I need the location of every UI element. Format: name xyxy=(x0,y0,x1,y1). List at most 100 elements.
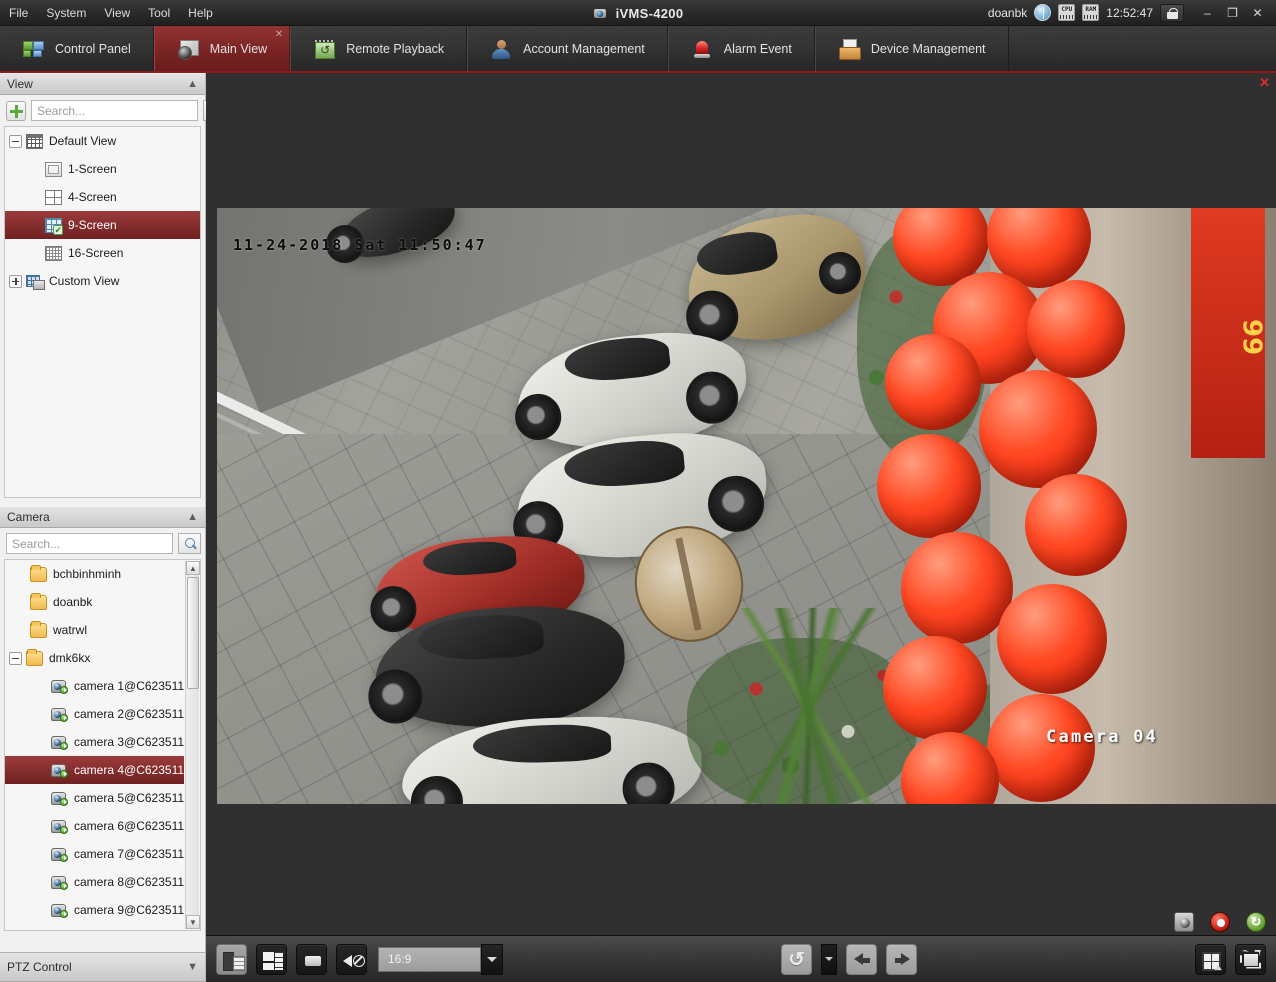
camera-icon xyxy=(51,679,68,694)
tree-item-camera-6[interactable]: camera 6@C623511... xyxy=(5,812,184,840)
menu-help[interactable]: Help xyxy=(179,3,222,23)
menu-system[interactable]: System xyxy=(37,3,95,23)
menu-file[interactable]: File xyxy=(0,3,37,23)
tab-device-management[interactable]: Device Management xyxy=(814,26,1009,71)
view-search-row xyxy=(0,95,226,126)
stop-all-button[interactable] xyxy=(296,943,327,975)
aspect-ratio-select[interactable]: 16:9 xyxy=(378,943,503,975)
close-view-icon[interactable]: ✕ xyxy=(1259,76,1270,89)
globe-icon[interactable] xyxy=(1034,4,1052,21)
chevron-down-icon[interactable] xyxy=(481,943,503,975)
minimize-button[interactable]: – xyxy=(1195,2,1220,24)
next-page-button[interactable] xyxy=(886,943,917,975)
tab-account-management-label: Account Management xyxy=(523,41,645,56)
close-button[interactable]: ✕ xyxy=(1245,2,1270,24)
ptz-control-header[interactable]: PTZ Control ▼ xyxy=(0,952,205,982)
tree-item-label: Default View xyxy=(49,134,117,148)
camera-logo-icon xyxy=(593,5,609,21)
ptz-control-title: PTZ Control xyxy=(7,960,72,974)
camera-icon xyxy=(51,763,68,778)
alarm-event-icon xyxy=(691,38,713,60)
restore-button[interactable]: ❐ xyxy=(1220,2,1245,24)
ptz-icon[interactable]: ↻ xyxy=(1246,912,1266,932)
tab-alarm-event[interactable]: Alarm Event xyxy=(667,26,815,71)
tree-item-dmk6kx[interactable]: dmk6kx xyxy=(5,644,184,672)
tree-item-label: camera 7@C623511... xyxy=(74,847,184,861)
clock-label: 12:52:47 xyxy=(1106,5,1153,20)
title-bar: File System View Tool Help iVMS-4200 doa… xyxy=(0,0,1276,26)
tab-account-management[interactable]: Account Management xyxy=(467,26,668,71)
camera-search-input[interactable] xyxy=(6,533,173,554)
tree-item-custom-view[interactable]: Custom View xyxy=(5,267,200,295)
tab-main-view[interactable]: Main View ✕ xyxy=(153,26,291,71)
tree-item-camera-9[interactable]: camera 9@C623511... xyxy=(5,896,184,924)
view-search-input[interactable] xyxy=(31,100,198,121)
video-pane-camera-04[interactable]: 99 11-24-2018 Sat 11:50:47 Camera 04 xyxy=(217,208,1276,804)
ram-icon: RAM xyxy=(1082,4,1100,21)
tree-item-camera-5[interactable]: camera 5@C623511... xyxy=(5,784,184,812)
tree-item-doanbk[interactable]: doanbk xyxy=(5,588,184,616)
video-overlay-toolbar: ↻ xyxy=(1174,912,1266,932)
expander-minus-icon[interactable] xyxy=(9,651,22,665)
mute-button[interactable] xyxy=(336,943,367,975)
tree-item-camera-partial[interactable] xyxy=(5,924,184,930)
tree-item-label: camera 3@C623511... xyxy=(74,735,184,749)
tree-item-label: camera 2@C623511... xyxy=(74,707,184,721)
view-panel-header[interactable]: View ▲ xyxy=(0,73,205,95)
tree-item-label: camera 9@C623511... xyxy=(74,903,184,917)
expander-plus-icon[interactable] xyxy=(9,274,22,288)
auto-switch-dropdown-icon[interactable] xyxy=(821,943,837,975)
tree-item-bchbinhminh[interactable]: bchbinhminh xyxy=(5,560,184,588)
camera-icon xyxy=(51,819,68,834)
tree-item-4-screen[interactable]: 4-Screen xyxy=(5,183,200,211)
tree-item-label: dmk6kx xyxy=(49,651,91,665)
camera-icon xyxy=(51,847,68,862)
scroll-thumb[interactable] xyxy=(187,577,199,689)
tab-remote-playback[interactable]: Remote Playback xyxy=(290,26,468,71)
main-tab-bar: Control Panel Main View ✕ Remote Playbac… xyxy=(0,26,1276,73)
scroll-up-icon[interactable]: ▲ xyxy=(186,561,200,575)
chevron-up-icon[interactable]: ▲ xyxy=(187,511,198,523)
camera-tree: bchbinhminh doanbk watrwl dmk6kx camera xyxy=(4,559,201,931)
expander-minus-icon[interactable] xyxy=(9,134,22,148)
tab-close-icon[interactable]: ✕ xyxy=(275,30,283,40)
camera-tree-scrollbar[interactable]: ▲ ▼ xyxy=(185,561,200,929)
tree-item-camera-8[interactable]: camera 8@C623511... xyxy=(5,868,184,896)
device-management-icon xyxy=(838,38,861,60)
tree-item-camera-3[interactable]: camera 3@C623511... xyxy=(5,728,184,756)
save-view-button[interactable] xyxy=(216,943,247,975)
window-division-button[interactable] xyxy=(1195,943,1226,975)
chevron-up-icon[interactable]: ▲ xyxy=(187,78,198,90)
auto-switch-button[interactable] xyxy=(781,943,812,975)
menu-view[interactable]: View xyxy=(95,3,139,23)
tree-item-16-screen[interactable]: 16-Screen xyxy=(5,239,200,267)
camera-icon xyxy=(51,875,68,890)
tree-item-default-view[interactable]: Default View xyxy=(5,127,200,155)
fullscreen-button[interactable] xyxy=(1235,943,1266,975)
tree-item-camera-1[interactable]: camera 1@C623511... xyxy=(5,672,184,700)
record-icon[interactable] xyxy=(1210,912,1230,932)
tree-item-9-screen[interactable]: 9-Screen xyxy=(5,211,200,239)
custom-view-icon xyxy=(26,274,45,290)
chevron-down-icon[interactable]: ▼ xyxy=(187,961,198,973)
lock-icon[interactable] xyxy=(1160,3,1184,22)
screen-1-icon xyxy=(45,161,62,177)
camera-search-button[interactable] xyxy=(178,533,201,554)
add-view-button[interactable] xyxy=(6,100,26,121)
camera-panel-header[interactable]: Camera ▲ xyxy=(0,506,205,528)
tree-item-label: doanbk xyxy=(53,595,93,609)
bottom-toolbar: 16:9 xyxy=(206,935,1276,982)
camera-icon xyxy=(51,707,68,722)
capture-icon[interactable] xyxy=(1174,912,1194,932)
tab-main-view-label: Main View xyxy=(209,41,268,56)
tree-item-watrwl[interactable]: watrwl xyxy=(5,616,184,644)
tree-item-camera-2[interactable]: camera 2@C623511... xyxy=(5,700,184,728)
tree-item-camera-7[interactable]: camera 7@C623511... xyxy=(5,840,184,868)
layout-button[interactable] xyxy=(256,943,287,975)
tree-item-camera-4[interactable]: camera 4@C623511... xyxy=(5,756,184,784)
scroll-down-icon[interactable]: ▼ xyxy=(186,915,200,929)
menu-tool[interactable]: Tool xyxy=(139,3,179,23)
previous-page-button[interactable] xyxy=(846,943,877,975)
tree-item-1-screen[interactable]: 1-Screen xyxy=(5,155,200,183)
tab-control-panel[interactable]: Control Panel xyxy=(0,26,154,71)
